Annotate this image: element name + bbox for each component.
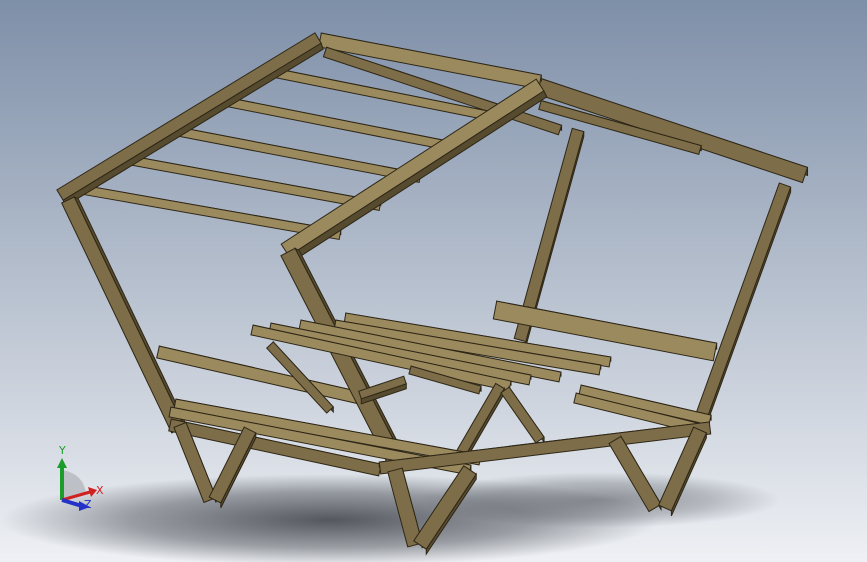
triad-x-label: X [96,484,104,497]
triad-z-label: Z [84,498,92,511]
model-canvas[interactable]: Y X Z [0,0,867,562]
triad-y-label: Y [58,444,66,457]
cad-viewport[interactable]: Y X Z [0,0,867,562]
